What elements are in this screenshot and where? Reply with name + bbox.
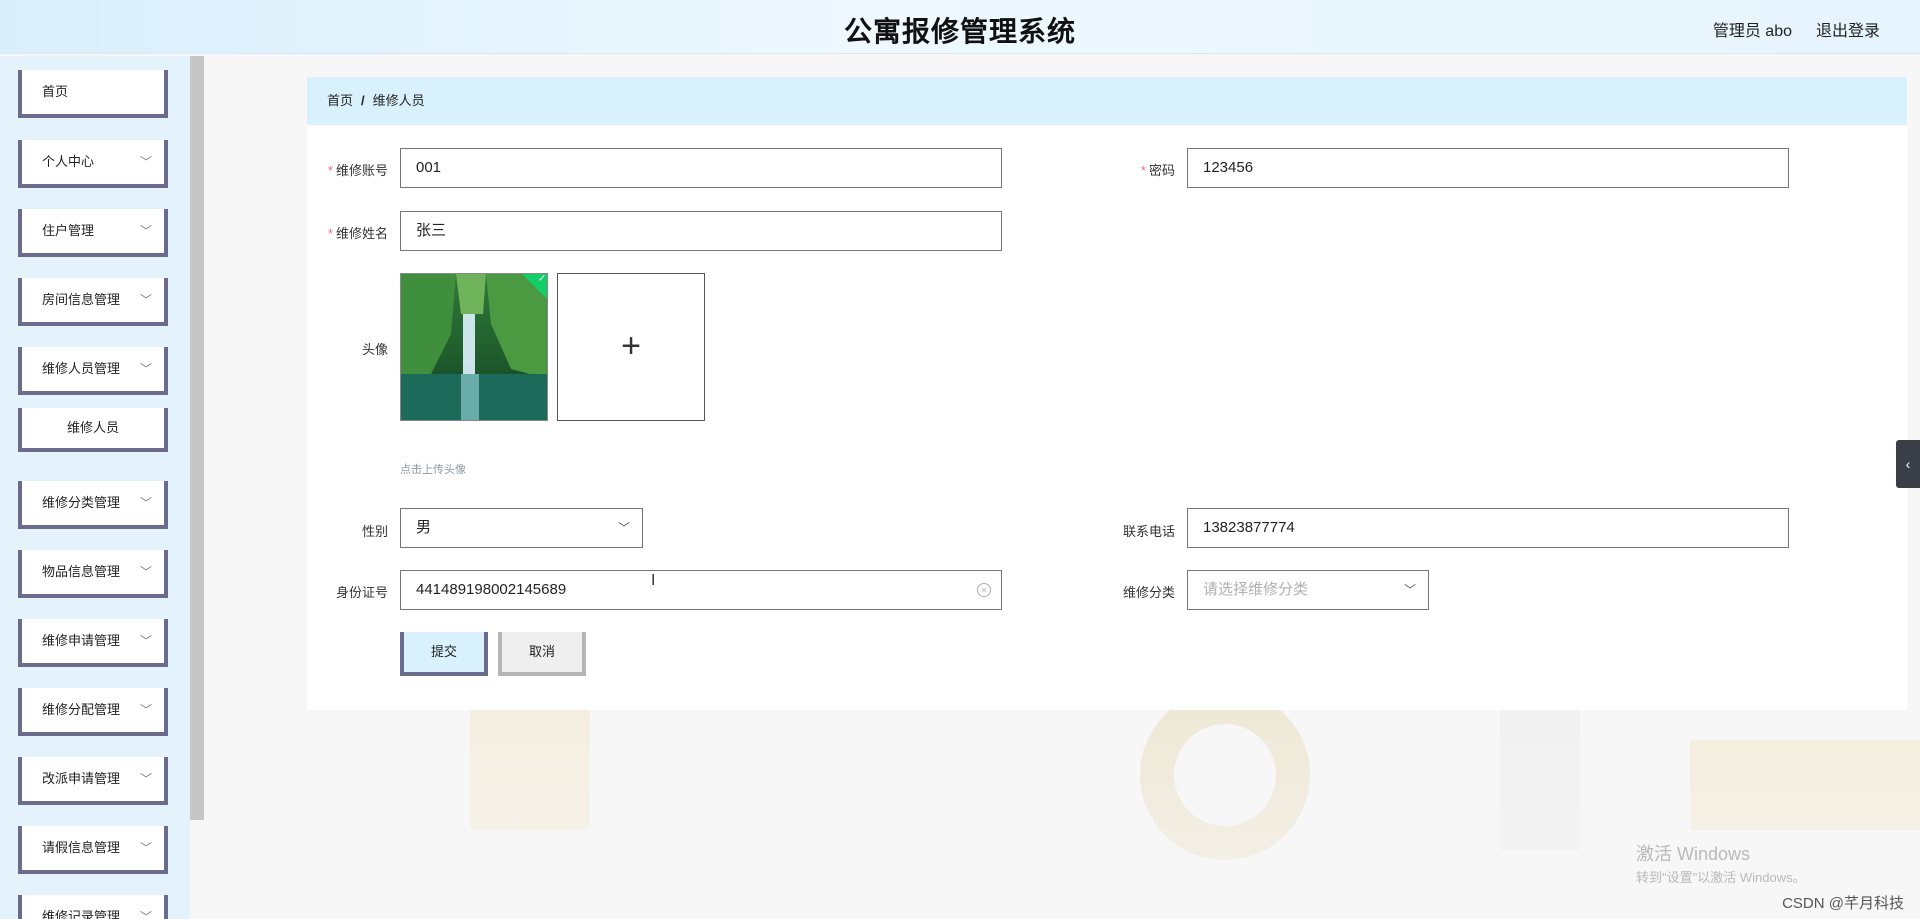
sidebar-item-label: 请假信息管理 xyxy=(42,840,121,855)
password-input[interactable]: 123456 xyxy=(1187,148,1789,188)
category-select[interactable]: 请选择维修分类 ﹀ xyxy=(1187,570,1429,610)
name-input[interactable]: 张三 xyxy=(400,211,1002,251)
top-header: 公寓报修管理系统 管理员 abo 退出登录 xyxy=(0,0,1920,54)
avatar-label: 头像 xyxy=(361,342,388,357)
current-user: 管理员 abo xyxy=(1712,23,1792,40)
gender-select[interactable]: 男 ﹀ xyxy=(400,508,643,548)
sidebar-item-home[interactable]: 首页 xyxy=(18,70,168,118)
submit-button[interactable]: 提交 xyxy=(400,632,488,676)
sidebar-item-personal-center[interactable]: 个人中心 ﹀ xyxy=(18,140,168,188)
sidebar-item-label: 物品信息管理 xyxy=(42,564,121,579)
sidebar-item-repairman-management[interactable]: 维修人员管理 ﹀ xyxy=(18,347,168,395)
chevron-down-icon: ﹀ xyxy=(139,155,152,169)
sidebar-item-label: 房间信息管理 xyxy=(42,292,121,307)
logout-link[interactable]: 退出登录 xyxy=(1816,17,1880,41)
sidebar-item-repair-category[interactable]: 维修分类管理 ﹀ xyxy=(18,481,168,529)
chevron-down-icon: ﹀ xyxy=(139,772,152,786)
sidebar-item-label: 维修分配管理 xyxy=(42,702,121,717)
text-cursor-icon: I xyxy=(651,572,656,589)
chevron-down-icon: ﹀ xyxy=(139,634,152,648)
clear-circle-icon[interactable]: × xyxy=(977,583,991,597)
breadcrumb-current: 维修人员 xyxy=(372,93,425,108)
chevron-left-icon[interactable]: ‹ xyxy=(1896,440,1920,488)
sidebar-item-repair-request[interactable]: 维修申请管理 ﹀ xyxy=(18,619,168,667)
breadcrumb: 首页 / 维修人员 xyxy=(307,77,1907,125)
sidebar-item-leave-info[interactable]: 请假信息管理 ﹀ xyxy=(18,826,168,874)
breadcrumb-home[interactable]: 首页 xyxy=(327,93,353,108)
account-label: * 维修账号 xyxy=(327,163,388,178)
category-placeholder: 请选择维修分类 xyxy=(1203,581,1309,598)
phone-label: 联系电话 xyxy=(1122,524,1175,539)
sidebar-item-label: 住户管理 xyxy=(42,223,95,238)
chevron-down-icon: ﹀ xyxy=(139,496,152,510)
account-input[interactable]: 001 xyxy=(400,148,1002,188)
required-mark: * xyxy=(327,226,333,241)
avatar-hint: 点击上传头像 xyxy=(400,464,466,476)
id-card-label: 身份证号 xyxy=(335,585,388,600)
chevron-down-icon: ﹀ xyxy=(139,293,152,307)
chevron-down-icon: ﹀ xyxy=(139,841,152,855)
sidebar-item-label: 维修记录管理 xyxy=(42,909,121,919)
id-card-value: 441489198002145689 xyxy=(416,581,567,598)
chevron-down-icon: ﹀ xyxy=(1403,583,1416,597)
gender-value: 男 xyxy=(416,519,432,536)
chevron-down-icon: ﹀ xyxy=(139,224,152,238)
windows-activation-subtitle: 转到"设置"以激活 Windows。 xyxy=(1636,870,1806,885)
sidebar-item-label: 维修人员 xyxy=(66,420,119,435)
sidebar-item-repair-assignment[interactable]: 维修分配管理 ﹀ xyxy=(18,688,168,736)
chevron-down-icon: ﹀ xyxy=(139,362,152,376)
category-label: 维修分类 xyxy=(1122,585,1175,600)
id-card-input[interactable]: 441489198002145689 × xyxy=(400,570,1002,610)
sidebar-item-label: 首页 xyxy=(42,84,69,99)
sidebar-item-room-info[interactable]: 房间信息管理 ﹀ xyxy=(18,278,168,326)
chevron-down-icon: ﹀ xyxy=(139,910,152,919)
chevron-down-icon: ﹀ xyxy=(139,565,152,579)
sidebar-item-label: 个人中心 xyxy=(42,154,95,169)
check-icon: ✓ xyxy=(537,273,547,285)
chevron-down-icon: ﹀ xyxy=(139,703,152,717)
csdn-watermark: CSDN @芊月科技 xyxy=(1782,895,1904,912)
avatar-image[interactable]: ✓ xyxy=(400,273,548,421)
waterfall-image xyxy=(401,274,547,420)
sidebar-item-label: 维修申请管理 xyxy=(42,633,121,648)
sidebar: 首页 个人中心 ﹀ 住户管理 ﹀ 房间信息管理 ﹀ 维修人员管理 ﹀ 维修人员 维修分类… xyxy=(0,56,190,919)
sidebar-item-repair-records[interactable]: 维修记录管理 ﹀ xyxy=(18,895,168,919)
cancel-button[interactable]: 取消 xyxy=(498,632,586,676)
breadcrumb-separator: / xyxy=(361,93,365,108)
sidebar-item-label: 维修分类管理 xyxy=(42,495,121,510)
sidebar-subitem-repairman[interactable]: 维修人员 xyxy=(18,408,168,452)
sidebar-item-label: 维修人员管理 xyxy=(42,361,121,376)
sidebar-item-reassign-request[interactable]: 改派申请管理 ﹀ xyxy=(18,757,168,805)
sidebar-item-resident-management[interactable]: 住户管理 ﹀ xyxy=(18,209,168,257)
password-label: * 密码 xyxy=(1140,163,1175,178)
app-title: 公寓报修管理系统 xyxy=(843,16,1076,47)
sidebar-item-item-info[interactable]: 物品信息管理 ﹀ xyxy=(18,550,168,598)
required-mark: * xyxy=(327,163,333,178)
windows-activation-title: 激活 Windows xyxy=(1636,844,1751,864)
chevron-down-icon: ﹀ xyxy=(617,521,630,535)
sidebar-scrollbar[interactable] xyxy=(190,56,204,820)
required-mark: * xyxy=(1140,163,1146,178)
phone-input[interactable]: 13823877774 xyxy=(1187,508,1789,548)
name-label: * 维修姓名 xyxy=(327,226,388,241)
avatar-upload-button[interactable]: + xyxy=(557,273,705,421)
sidebar-item-label: 改派申请管理 xyxy=(42,771,121,786)
gender-label: 性别 xyxy=(361,524,388,539)
